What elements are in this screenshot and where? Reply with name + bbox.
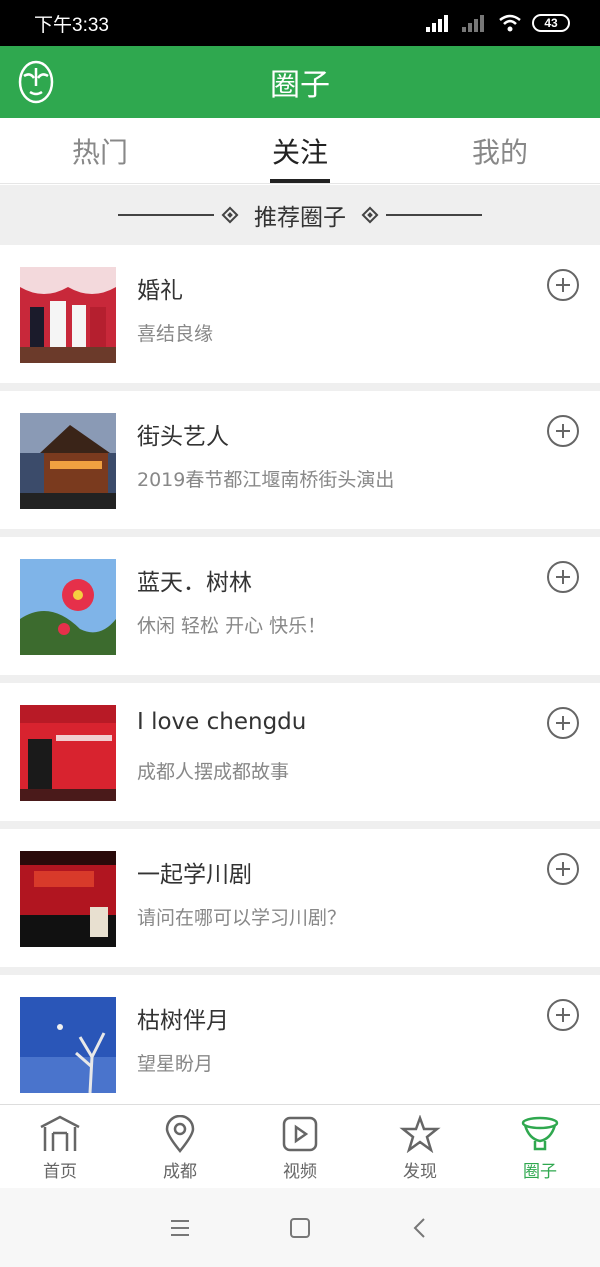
nav-circles-label: 圈子 [523,1162,557,1182]
circle-thumbnail [20,559,116,655]
circle-item[interactable]: 一起学川剧 请问在哪可以学习川剧？ [0,829,600,975]
status-icons: 43 [426,14,570,32]
battery-indicator: 43 [532,14,570,32]
location-pin-icon [165,1115,195,1153]
nav-video[interactable]: 视频 [240,1105,360,1188]
circle-thumbnail [20,705,116,801]
home-gate-icon [40,1115,80,1151]
circle-subtitle: 喜结良缘 [137,323,214,345]
circle-subtitle: 望星盼月 [137,1053,214,1075]
circle-subtitle: 成都人摆成都故事 [137,761,290,783]
circle-item[interactable]: 蓝天．树林 休闲 轻松 开心 快乐！ [0,537,600,683]
follow-plus-icon[interactable] [547,415,579,447]
page-title: 圈子 [270,68,330,103]
follow-plus-icon[interactable] [547,707,579,739]
app-header: 圈子 [0,46,600,118]
tab-bar: 热门 关注 我的 [0,118,600,184]
circle-title: 枯树伴月 [137,1008,229,1034]
home-square-icon[interactable] [288,1216,312,1240]
circle-item[interactable]: I love chengdu 成都人摆成都故事 [0,683,600,829]
system-nav-bar [0,1188,600,1267]
back-chevron-icon[interactable] [408,1216,432,1240]
nav-home-label: 首页 [43,1162,77,1182]
section-header: 推荐圈子 [0,185,600,245]
circle-item[interactable]: 婚礼 喜结良缘 [0,245,600,391]
circle-subtitle: 2019春节都江堰南桥街头演出 [137,469,395,491]
tab-mine[interactable]: 我的 [400,118,600,183]
video-play-icon [282,1116,318,1152]
nav-discover-label: 发现 [403,1162,437,1182]
circle-thumbnail [20,851,116,947]
signal-weak-icon [462,15,484,32]
nav-video-label: 视频 [283,1162,317,1182]
nav-home[interactable]: 首页 [0,1105,120,1188]
nav-discover[interactable]: 发现 [360,1105,480,1188]
circle-thumbnail [20,997,116,1093]
circle-title: 蓝天．树林 [137,570,252,596]
nav-chengdu[interactable]: 成都 [120,1105,240,1188]
status-bar: 下午3:33 43 [0,0,600,46]
divider [386,214,482,216]
follow-plus-icon[interactable] [547,853,579,885]
signal-icon [426,15,448,32]
circle-thumbnail [20,413,116,509]
circle-subtitle: 请问在哪可以学习川剧？ [137,907,347,929]
circle-cup-icon [521,1116,559,1151]
circle-title: 街头艺人 [137,424,229,450]
circle-title: I love chengdu [137,709,307,735]
section-title: 推荐圈子 [254,205,346,231]
nav-circles[interactable]: 圈子 [480,1105,600,1188]
circle-thumbnail [20,267,116,363]
circle-item[interactable]: 街头艺人 2019春节都江堰南桥街头演出 [0,391,600,537]
opera-mask-logo-icon[interactable] [18,60,54,104]
circle-list: 婚礼 喜结良缘 街头艺人 2019春节都江堰南桥街头演出 蓝天．树林 休闲 轻松… [0,245,600,1093]
circle-title: 婚礼 [137,278,183,304]
follow-plus-icon[interactable] [547,561,579,593]
nav-chengdu-label: 成都 [163,1162,197,1182]
circle-item[interactable]: 枯树伴月 望星盼月 [0,975,600,1093]
diamond-ornament-icon [361,206,379,224]
tab-hot[interactable]: 热门 [0,118,200,183]
wifi-icon [499,14,521,32]
follow-plus-icon[interactable] [547,269,579,301]
circle-subtitle: 休闲 轻松 开心 快乐！ [137,615,327,637]
discover-star-icon [399,1115,441,1153]
tab-following[interactable]: 关注 [200,118,400,183]
divider [118,214,214,216]
menu-icon[interactable] [168,1216,192,1240]
follow-plus-icon[interactable] [547,999,579,1031]
bottom-nav: 首页 成都 视频 发现 圈子 [0,1104,600,1188]
status-time: 下午3:33 [34,14,109,36]
diamond-ornament-icon [221,206,239,224]
circle-title: 一起学川剧 [137,862,252,888]
